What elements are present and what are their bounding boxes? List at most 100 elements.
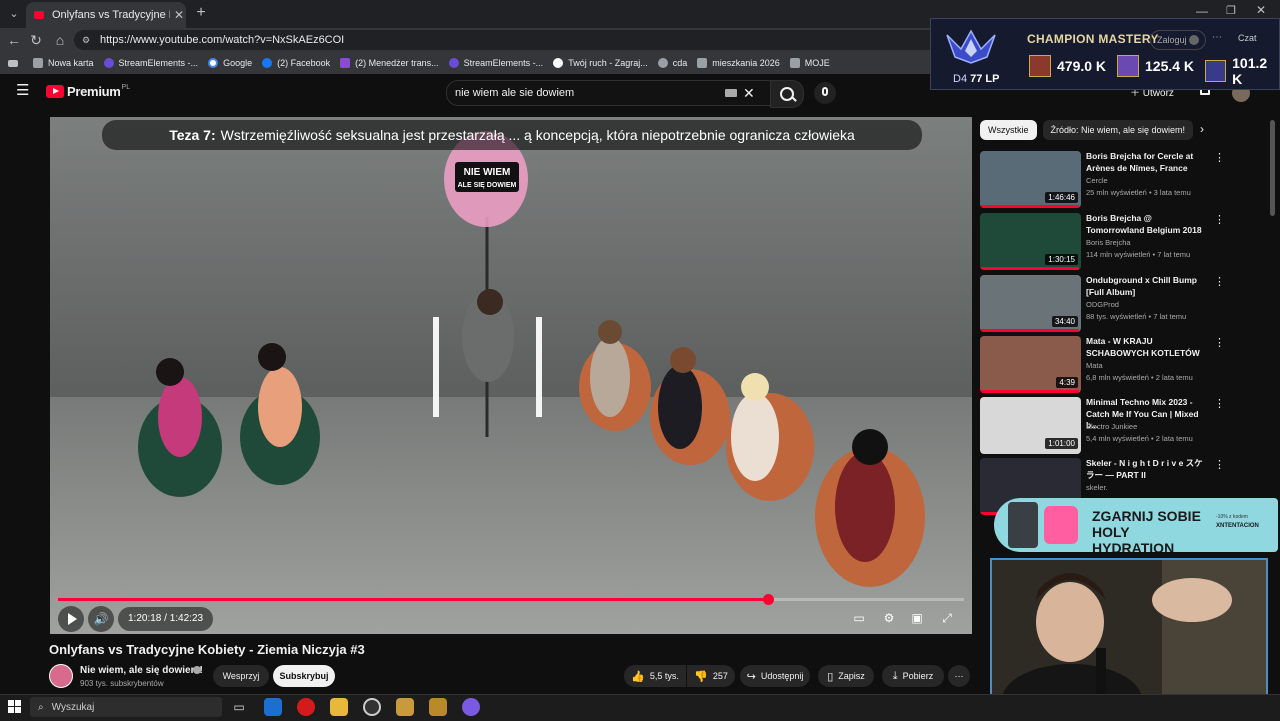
search-input[interactable]: nie wiem ale sie dowiem ✕: [446, 80, 772, 106]
bookmarks-menu-icon[interactable]: [8, 59, 23, 67]
edge-browser-icon[interactable]: [264, 698, 282, 716]
play-button[interactable]: [58, 606, 84, 632]
chat-label[interactable]: Czat: [1238, 33, 1257, 43]
chip-all[interactable]: Wszystkie: [980, 120, 1037, 140]
more-vert-icon[interactable]: ⋮: [1214, 397, 1225, 410]
recommendation-item[interactable]: 34:40 Ondubground x Chill Bump [Full Albu…: [980, 275, 1230, 333]
folder-icon: [697, 58, 708, 68]
window-restore-icon[interactable]: ❐: [1226, 4, 1236, 17]
windows-start-icon[interactable]: [8, 700, 22, 714]
tab-active[interactable]: Onlyfans vs Tradycyjne Kobiety - 2 ✕: [26, 2, 186, 28]
support-button[interactable]: Wesprzyj: [213, 665, 269, 687]
tab-search-chevron-icon[interactable]: ⌄: [6, 6, 22, 22]
recommendation-channel[interactable]: skeler.: [1086, 483, 1108, 492]
more-vert-icon[interactable]: ⋮: [1214, 275, 1225, 288]
bookmark-item[interactable]: StreamElements -...: [103, 58, 198, 68]
more-actions-button[interactable]: ⋯: [948, 665, 970, 687]
download-button[interactable]: ⤓ Pobierz: [882, 665, 944, 687]
bookmark-item[interactable]: Twój ruch - Zagraj...: [553, 58, 648, 68]
recommendation-item[interactable]: 1:46:46 Boris Brejcha for Cercle at Arène…: [980, 151, 1230, 209]
recommendation-item[interactable]: 4:39 Mata - W KRAJU SCHABOWYCH KOTLETÓW Ma…: [980, 336, 1230, 394]
scrollbar-thumb[interactable]: [1270, 120, 1275, 216]
like-button[interactable]: 👍 5,5 tys.: [624, 665, 686, 687]
voice-search-button[interactable]: [814, 82, 836, 104]
more-vert-icon[interactable]: ⋮: [1214, 336, 1225, 349]
volume-icon[interactable]: 🔊: [88, 606, 114, 632]
window-close-icon[interactable]: ✕: [1256, 3, 1266, 17]
menu-hamburger-icon[interactable]: ☰: [16, 83, 32, 98]
address-url[interactable]: https://www.youtube.com/watch?v=NxSkAEz6…: [100, 34, 344, 46]
recommendation-item[interactable]: 1:30:15 Boris Brejcha @ Tomorrowland Belg…: [980, 213, 1230, 271]
more-vert-icon[interactable]: ⋮: [1214, 213, 1225, 226]
theater-mode-icon[interactable]: ▣: [906, 607, 928, 629]
watch-progress: [980, 267, 1079, 270]
save-button[interactable]: ▯ Zapisz: [818, 665, 874, 687]
filter-chips: Wszystkie Źródło: Nie wiem, ale się dowi…: [980, 120, 1199, 140]
bookmark-item[interactable]: (2) Menedżer trans...: [340, 58, 439, 68]
recommendation-title[interactable]: Ondubground x Chill Bump [Full Album]: [1086, 275, 1206, 298]
league-client-icon[interactable]: [396, 698, 414, 716]
settings-gear-icon[interactable]: ⚙: [878, 607, 900, 629]
bookmark-item[interactable]: mieszkania 2026: [697, 58, 780, 68]
recommendation-title[interactable]: Skeler - N i g h t D r i v e スケラー — PART…: [1086, 458, 1206, 481]
discord-icon[interactable]: [462, 698, 480, 716]
recommendation-thumbnail[interactable]: 1:30:15: [980, 213, 1081, 270]
microphone-icon: [822, 87, 828, 96]
dislike-button[interactable]: 👎 257: [687, 665, 735, 687]
window-minimize-icon[interactable]: —: [1196, 4, 1208, 18]
search-button[interactable]: [770, 80, 804, 108]
recommendation-channel[interactable]: Mata: [1086, 361, 1103, 370]
recommendation-item[interactable]: 1:01:00 Minimal Techno Mix 2023 - Catch M…: [980, 397, 1230, 455]
site-info-icon[interactable]: ⚙: [82, 35, 92, 45]
home-icon[interactable]: ⌂: [50, 30, 70, 50]
new-tab-plus-icon[interactable]: +: [192, 4, 210, 22]
recommendation-thumbnail[interactable]: 4:39: [980, 336, 1081, 393]
recommendation-title[interactable]: Boris Brejcha @ Tomorrowland Belgium 201…: [1086, 213, 1206, 236]
progress-bar[interactable]: [58, 594, 964, 605]
recommendation-channel[interactable]: Cercle: [1086, 176, 1108, 185]
search-query[interactable]: nie wiem ale sie dowiem: [455, 87, 725, 99]
more-vert-icon[interactable]: ⋮: [1214, 151, 1225, 164]
bookmark-item[interactable]: Nowa karta: [33, 58, 94, 68]
fullscreen-icon[interactable]: ⤢: [936, 607, 958, 629]
recommendation-channel[interactable]: Electro Junkiee: [1086, 422, 1137, 431]
share-button[interactable]: ↪ Udostępnij: [740, 665, 810, 687]
recommendation-meta: 25 mln wyświetleń • 3 lata temu: [1086, 188, 1191, 197]
subscribe-button[interactable]: Subskrybuj: [273, 665, 335, 687]
youtube-premium-logo[interactable]: Premium PL: [46, 84, 130, 99]
recommendation-title[interactable]: Mata - W KRAJU SCHABOWYCH KOTLETÓW: [1086, 336, 1206, 359]
obs-icon[interactable]: [363, 698, 381, 716]
channel-name[interactable]: Nie wiem, ale się dowiem!: [80, 665, 203, 676]
recommendation-thumbnail[interactable]: 1:46:46: [980, 151, 1081, 208]
chips-next-chevron-icon[interactable]: ›: [1200, 122, 1214, 138]
recommendation-channel[interactable]: ODGProd: [1086, 300, 1119, 309]
more-options-icon[interactable]: ⋯: [1212, 32, 1222, 43]
channel-avatar[interactable]: [49, 664, 73, 688]
keyboard-icon[interactable]: [725, 89, 737, 97]
taskbar-search-input[interactable]: ⌕ Wyszukaj: [30, 697, 222, 717]
task-view-icon[interactable]: ▭: [230, 698, 248, 716]
back-arrow-icon[interactable]: ←: [4, 30, 24, 50]
bookmark-item[interactable]: StreamElements -...: [448, 58, 543, 68]
more-vert-icon[interactable]: ⋮: [1214, 458, 1225, 471]
riot-client-icon[interactable]: [429, 698, 447, 716]
bookmark-item[interactable]: (2) Facebook: [262, 58, 330, 68]
recommendation-channel[interactable]: Boris Brejcha: [1086, 238, 1131, 247]
opera-browser-icon[interactable]: [297, 698, 315, 716]
video-player[interactable]: NIE WIEM ALE SIĘ DOWIEM Teza 7: Wstrzemi…: [50, 117, 972, 634]
reload-icon[interactable]: ↻: [26, 30, 46, 50]
address-bar[interactable]: ⚙ https://www.youtube.com/watch?v=NxSkAE…: [74, 30, 944, 50]
recommendation-meta: 6,8 mln wyświetleń • 2 lata temu: [1086, 373, 1193, 382]
chip-source-channel[interactable]: Źródło: Nie wiem, ale się dowiem!: [1042, 120, 1194, 140]
bookmark-item[interactable]: Google: [208, 58, 252, 68]
login-button[interactable]: Zaloguj: [1150, 30, 1206, 50]
subtitles-icon[interactable]: ▭: [848, 607, 870, 629]
clear-search-icon[interactable]: ✕: [743, 85, 755, 102]
recommendation-thumbnail[interactable]: 34:40: [980, 275, 1081, 332]
bookmark-item[interactable]: MOJE: [789, 58, 830, 68]
recommendation-thumbnail[interactable]: 1:01:00: [980, 397, 1081, 454]
recommendation-title[interactable]: Boris Brejcha for Cercle at Arènes de Nî…: [1086, 151, 1206, 174]
tab-close-icon[interactable]: ✕: [174, 8, 184, 22]
bookmark-item[interactable]: cda: [657, 58, 687, 68]
file-explorer-icon[interactable]: [330, 698, 348, 716]
